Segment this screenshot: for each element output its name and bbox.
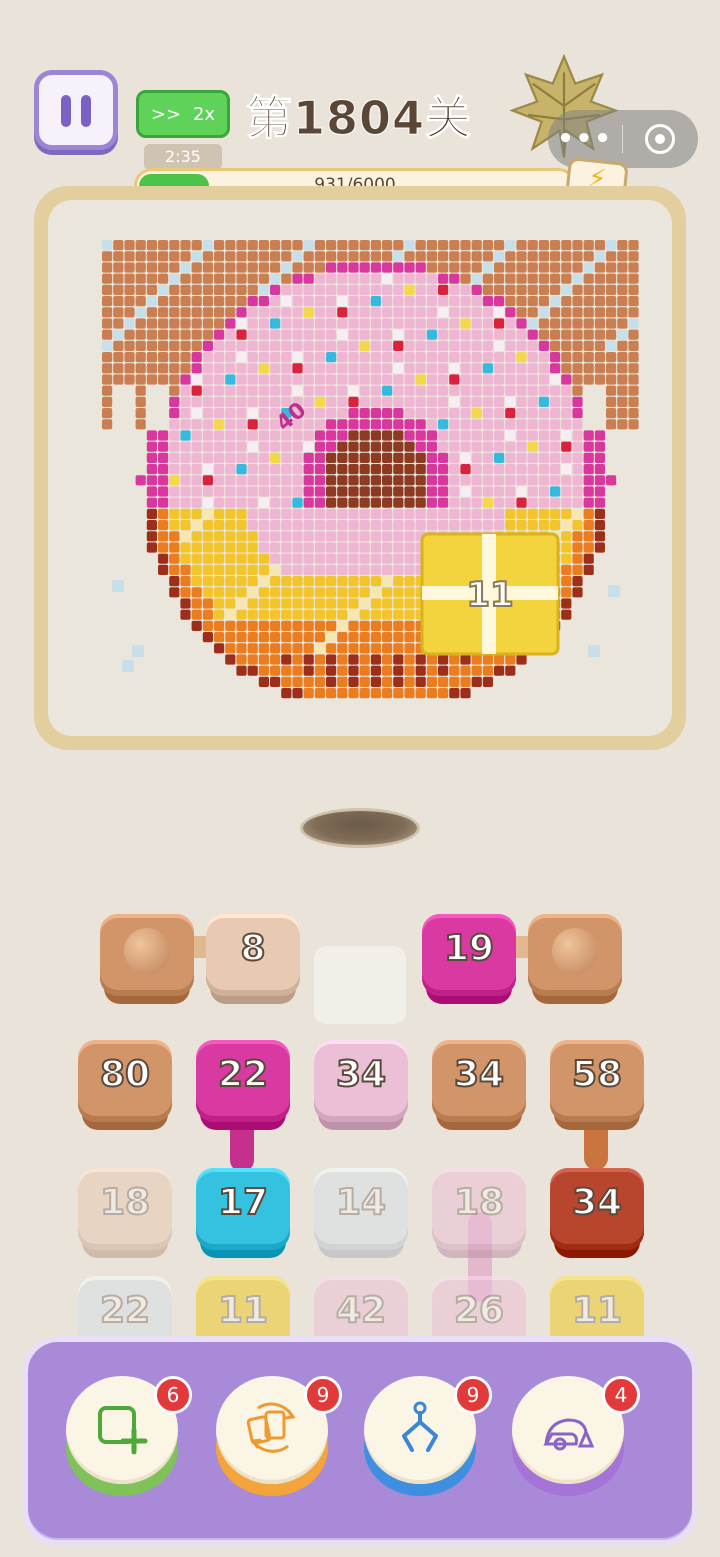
tile-number: 42	[335, 1289, 387, 1332]
close-icon	[645, 124, 675, 154]
shuffle-icon	[246, 1402, 296, 1453]
tile-number: 22	[217, 1053, 269, 1096]
empty-slot	[314, 946, 406, 1024]
tile-number: 17	[217, 1181, 269, 1224]
tile-number: 34	[335, 1053, 387, 1096]
tool-count-badge: 4	[602, 1376, 640, 1414]
speed-arrows: >>	[150, 103, 182, 125]
gift-box-count: 11	[466, 575, 513, 615]
mini-program-capsule: •••	[548, 110, 698, 168]
tile-number: 11	[571, 1289, 623, 1332]
number-tile[interactable]	[100, 914, 194, 1004]
number-tile[interactable]: 18	[78, 1168, 172, 1258]
tile-number: 34	[571, 1181, 623, 1224]
number-tile[interactable]	[528, 914, 622, 1004]
more-menu-button[interactable]: •••	[548, 124, 622, 154]
picture-frame: 11 40	[34, 186, 686, 750]
tile-number: 26	[453, 1289, 505, 1332]
number-tile[interactable]: 8	[206, 914, 300, 1004]
drop-hole	[300, 808, 420, 848]
tool-count-badge: 6	[154, 1376, 192, 1414]
gift-box: 11	[420, 532, 560, 656]
speed-multiplier: 2x	[192, 103, 216, 125]
number-tile[interactable]: 19	[422, 914, 516, 1004]
tile-number: 11	[217, 1289, 269, 1332]
number-tile[interactable]: 14	[314, 1168, 408, 1258]
tile-number: 58	[571, 1053, 623, 1096]
tile-number: 19	[443, 927, 495, 970]
tile-number: 80	[99, 1053, 151, 1096]
tile-number: 18	[453, 1181, 505, 1224]
tile-number: 18	[99, 1181, 151, 1224]
tile-number: 8	[239, 927, 266, 970]
pause-button[interactable]	[34, 70, 118, 150]
pause-icon	[61, 95, 71, 127]
number-tile[interactable]: 18	[432, 1168, 526, 1258]
donut-pixel-art: 1140	[102, 240, 639, 699]
number-tile[interactable]: 22	[196, 1040, 290, 1130]
number-tile[interactable]: 34	[432, 1040, 526, 1130]
level-title: 第1804关	[245, 91, 473, 146]
tool-count-badge: 9	[304, 1376, 342, 1414]
close-button[interactable]	[623, 124, 697, 154]
number-tile[interactable]: 34	[314, 1040, 408, 1130]
number-tile[interactable]: 34	[550, 1168, 644, 1258]
claw-icon	[402, 1401, 438, 1452]
tool-count-badge: 9	[454, 1376, 492, 1414]
tile-number: 34	[453, 1053, 505, 1096]
timer: 2:35	[144, 144, 222, 170]
add-slot-icon	[98, 1406, 148, 1455]
rope-anchor-knob	[552, 928, 598, 974]
speed-toggle-button[interactable]: >> 2x	[136, 90, 230, 138]
tile-number: 22	[99, 1289, 151, 1332]
vacuum-icon	[543, 1418, 595, 1451]
rope-anchor-knob	[124, 928, 170, 974]
number-tile[interactable]: 17	[196, 1168, 290, 1258]
number-tile[interactable]: 80	[78, 1040, 172, 1130]
tile-number: 14	[335, 1181, 387, 1224]
number-tile[interactable]: 58	[550, 1040, 644, 1130]
